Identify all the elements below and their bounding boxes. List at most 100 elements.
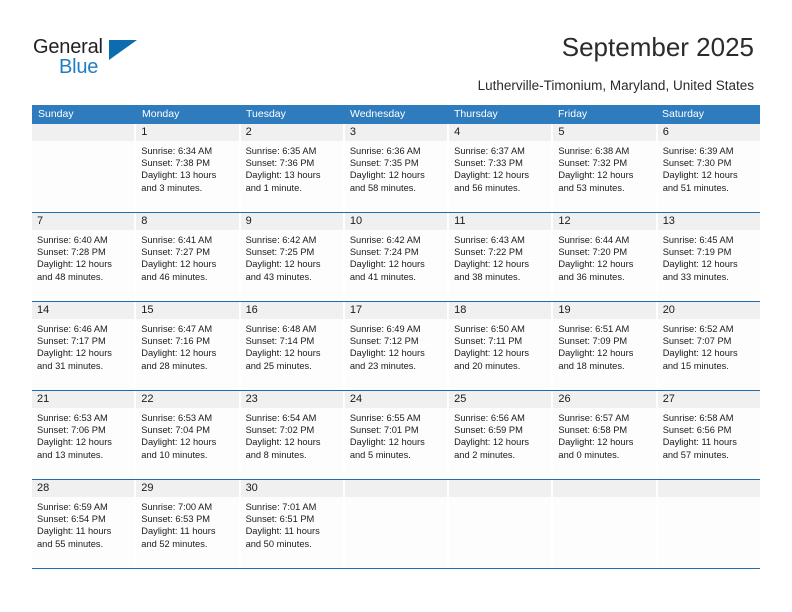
day-number: 19	[553, 302, 656, 319]
day-detail-line: Sunrise: 6:42 AM	[245, 235, 317, 245]
day-number: 23	[240, 391, 343, 408]
calendar-day-cell[interactable]: 6 Sunrise: 6:39 AM Sunset: 7:30 PM Daylight…	[657, 124, 760, 212]
calendar-day-cell[interactable]: 5 Sunrise: 6:38 AM Sunset: 7:32 PM Daylight…	[553, 124, 658, 212]
day-detail-line: and 8 minutes.	[245, 449, 307, 460]
calendar-day-cell[interactable]: 23 Sunrise: 6:54 AM Sunset: 7:02 PM Dayligh…	[240, 391, 345, 479]
day-sun-details	[658, 497, 760, 568]
day-detail-line: Sunrise: 7:01 AM	[245, 502, 317, 512]
calendar-day-cell-empty	[553, 480, 658, 568]
calendar-day-cell[interactable]: 30 Sunrise: 7:01 AM Sunset: 6:51 PM Dayligh…	[240, 480, 345, 568]
day-detail-line: Sunset: 7:04 PM	[141, 425, 211, 436]
calendar-day-cell[interactable]: 25 Sunrise: 6:56 AM Sunset: 6:59 PM Dayligh…	[449, 391, 554, 479]
day-detail-line: Sunrise: 6:54 AM	[245, 413, 317, 423]
day-sun-details: Sunrise: 6:46 AM Sunset: 7:17 PM Daylight:…	[32, 319, 134, 390]
calendar-day-cell[interactable]: 12 Sunrise: 6:44 AM Sunset: 7:20 PM Dayligh…	[553, 213, 658, 301]
day-sun-details: Sunrise: 6:39 AM Sunset: 7:30 PM Daylight:…	[658, 141, 760, 212]
calendar-day-cell[interactable]: 26 Sunrise: 6:57 AM Sunset: 6:58 PM Dayligh…	[553, 391, 658, 479]
calendar-day-cell[interactable]: 9 Sunrise: 6:42 AM Sunset: 7:25 PM Daylight…	[240, 213, 345, 301]
calendar-day-cell[interactable]: 28 Sunrise: 6:59 AM Sunset: 6:54 PM Dayligh…	[32, 480, 137, 568]
day-detail-line: Sunset: 7:32 PM	[558, 158, 628, 169]
day-detail-line: Sunset: 7:35 PM	[349, 158, 419, 169]
day-sun-details: Sunrise: 6:44 AM Sunset: 7:20 PM Daylight:…	[553, 230, 655, 301]
calendar-day-cell[interactable]: 18 Sunrise: 6:50 AM Sunset: 7:11 PM Dayligh…	[449, 302, 554, 390]
day-detail-line: and 38 minutes.	[454, 271, 521, 282]
day-detail-line: Sunrise: 6:50 AM	[454, 324, 525, 334]
day-number: 29	[136, 480, 239, 497]
day-detail-line: Sunset: 7:25 PM	[245, 247, 315, 258]
day-detail-line: Daylight: 12 hours	[662, 259, 738, 270]
weekday-header-tuesday: Tuesday	[246, 108, 286, 120]
day-number: 12	[553, 213, 656, 230]
calendar-day-cell[interactable]: 8 Sunrise: 6:41 AM Sunset: 7:27 PM Daylight…	[136, 213, 241, 301]
day-detail-line: Daylight: 12 hours	[245, 348, 321, 359]
calendar-day-cell[interactable]: 4 Sunrise: 6:37 AM Sunset: 7:33 PM Daylight…	[449, 124, 554, 212]
day-detail-line: and 5 minutes.	[349, 449, 411, 460]
day-number: 18	[449, 302, 552, 319]
day-detail-line: Sunrise: 6:47 AM	[141, 324, 213, 334]
calendar-day-cell[interactable]: 7 Sunrise: 6:40 AM Sunset: 7:28 PM Daylight…	[32, 213, 137, 301]
page-header: General Blue September 2025 Lutherville-…	[0, 0, 792, 100]
day-detail-line: Daylight: 12 hours	[245, 259, 321, 270]
calendar-day-cell[interactable]: 22 Sunrise: 6:53 AM Sunset: 7:04 PM Dayligh…	[136, 391, 241, 479]
day-detail-line: and 3 minutes.	[141, 182, 203, 193]
day-detail-line: Sunrise: 6:36 AM	[349, 146, 421, 156]
weekday-header-row: Sunday Monday Tuesday Wednesday Thursday Frid…	[32, 105, 760, 124]
day-detail-line: Sunrise: 6:49 AM	[349, 324, 421, 334]
calendar-day-cell[interactable]: 20 Sunrise: 6:52 AM Sunset: 7:07 PM Dayligh…	[657, 302, 760, 390]
calendar-day-cell[interactable]: 10 Sunrise: 6:42 AM Sunset: 7:24 PM Dayligh…	[344, 213, 450, 301]
day-detail-line: and 43 minutes.	[245, 271, 312, 282]
day-detail-line: Sunrise: 6:53 AM	[37, 413, 108, 423]
day-detail-line: and 52 minutes.	[141, 538, 208, 549]
calendar-day-cell[interactable]: 15 Sunrise: 6:47 AM Sunset: 7:16 PM Dayligh…	[136, 302, 241, 390]
calendar-day-cell[interactable]: 3 Sunrise: 6:36 AM Sunset: 7:35 PM Daylight…	[344, 124, 450, 212]
day-detail-line: Daylight: 12 hours	[662, 348, 738, 359]
calendar-day-cell[interactable]: 1 Sunrise: 6:34 AM Sunset: 7:38 PM Daylight…	[136, 124, 241, 212]
day-sun-details: Sunrise: 6:50 AM Sunset: 7:11 PM Daylight:…	[449, 319, 551, 390]
weekday-header-monday: Monday	[142, 108, 180, 120]
day-detail-line: Daylight: 12 hours	[37, 348, 112, 359]
calendar-day-cell[interactable]: 14 Sunrise: 6:46 AM Sunset: 7:17 PM Dayligh…	[32, 302, 137, 390]
calendar-day-cell[interactable]: 13 Sunrise: 6:45 AM Sunset: 7:19 PM Dayligh…	[657, 213, 760, 301]
day-detail-line: Sunset: 7:24 PM	[349, 247, 419, 258]
calendar-day-cell[interactable]: 16 Sunrise: 6:48 AM Sunset: 7:14 PM Dayligh…	[240, 302, 345, 390]
day-detail-line: Sunrise: 6:41 AM	[141, 235, 213, 245]
day-number: 1	[136, 124, 239, 141]
day-detail-line: Sunset: 7:07 PM	[662, 336, 732, 347]
day-sun-details: Sunrise: 6:47 AM Sunset: 7:16 PM Daylight:…	[136, 319, 238, 390]
calendar-day-cell[interactable]: 11 Sunrise: 6:43 AM Sunset: 7:22 PM Dayligh…	[449, 213, 554, 301]
day-sun-details: Sunrise: 6:36 AM Sunset: 7:35 PM Daylight:…	[345, 141, 447, 212]
day-detail-line: Sunrise: 6:39 AM	[662, 146, 734, 156]
day-number: 2	[240, 124, 343, 141]
page-subtitle-location: Lutherville-Timonium, Maryland, United S…	[477, 78, 754, 93]
day-detail-line: Sunset: 7:12 PM	[349, 336, 419, 347]
calendar-day-cell[interactable]: 2 Sunrise: 6:35 AM Sunset: 7:36 PM Daylight…	[240, 124, 345, 212]
day-detail-line: Daylight: 12 hours	[349, 259, 425, 270]
day-detail-line: and 1 minute.	[245, 182, 302, 193]
day-number: 10	[344, 213, 448, 230]
calendar-day-cell[interactable]: 17 Sunrise: 6:49 AM Sunset: 7:12 PM Dayligh…	[344, 302, 450, 390]
day-detail-line: Daylight: 12 hours	[454, 348, 530, 359]
day-sun-details: Sunrise: 6:58 AM Sunset: 6:56 PM Daylight:…	[658, 408, 760, 479]
day-detail-line: Sunset: 7:06 PM	[37, 425, 106, 436]
calendar-day-cell-empty	[449, 480, 554, 568]
weekday-header-thursday: Thursday	[454, 108, 498, 120]
day-detail-line: Sunset: 7:33 PM	[454, 158, 523, 169]
day-number: 13	[657, 213, 760, 230]
day-sun-details: Sunrise: 6:42 AM Sunset: 7:24 PM Daylight:…	[345, 230, 447, 301]
general-blue-logo[interactable]: General Blue	[33, 36, 153, 82]
day-detail-line: Sunrise: 6:51 AM	[558, 324, 630, 334]
calendar-day-cell[interactable]: 21 Sunrise: 6:53 AM Sunset: 7:06 PM Dayligh…	[32, 391, 137, 479]
day-detail-line: Sunrise: 6:46 AM	[37, 324, 108, 334]
day-detail-line: and 57 minutes.	[662, 449, 729, 460]
day-number: 27	[657, 391, 760, 408]
day-sun-details: Sunrise: 6:49 AM Sunset: 7:12 PM Daylight:…	[345, 319, 447, 390]
day-detail-line: Sunrise: 6:37 AM	[454, 146, 525, 156]
calendar-day-cell[interactable]: 19 Sunrise: 6:51 AM Sunset: 7:09 PM Dayligh…	[553, 302, 658, 390]
weekday-header-wednesday: Wednesday	[350, 108, 406, 120]
day-detail-line: Sunset: 7:30 PM	[662, 158, 732, 169]
day-sun-details: Sunrise: 6:34 AM Sunset: 7:38 PM Daylight:…	[136, 141, 238, 212]
calendar-day-cell[interactable]: 27 Sunrise: 6:58 AM Sunset: 6:56 PM Dayligh…	[657, 391, 760, 479]
calendar-day-cell[interactable]: 29 Sunrise: 7:00 AM Sunset: 6:53 PM Dayligh…	[136, 480, 241, 568]
calendar-day-cell[interactable]: 24 Sunrise: 6:55 AM Sunset: 7:01 PM Dayligh…	[344, 391, 450, 479]
day-detail-line: and 46 minutes.	[141, 271, 208, 282]
